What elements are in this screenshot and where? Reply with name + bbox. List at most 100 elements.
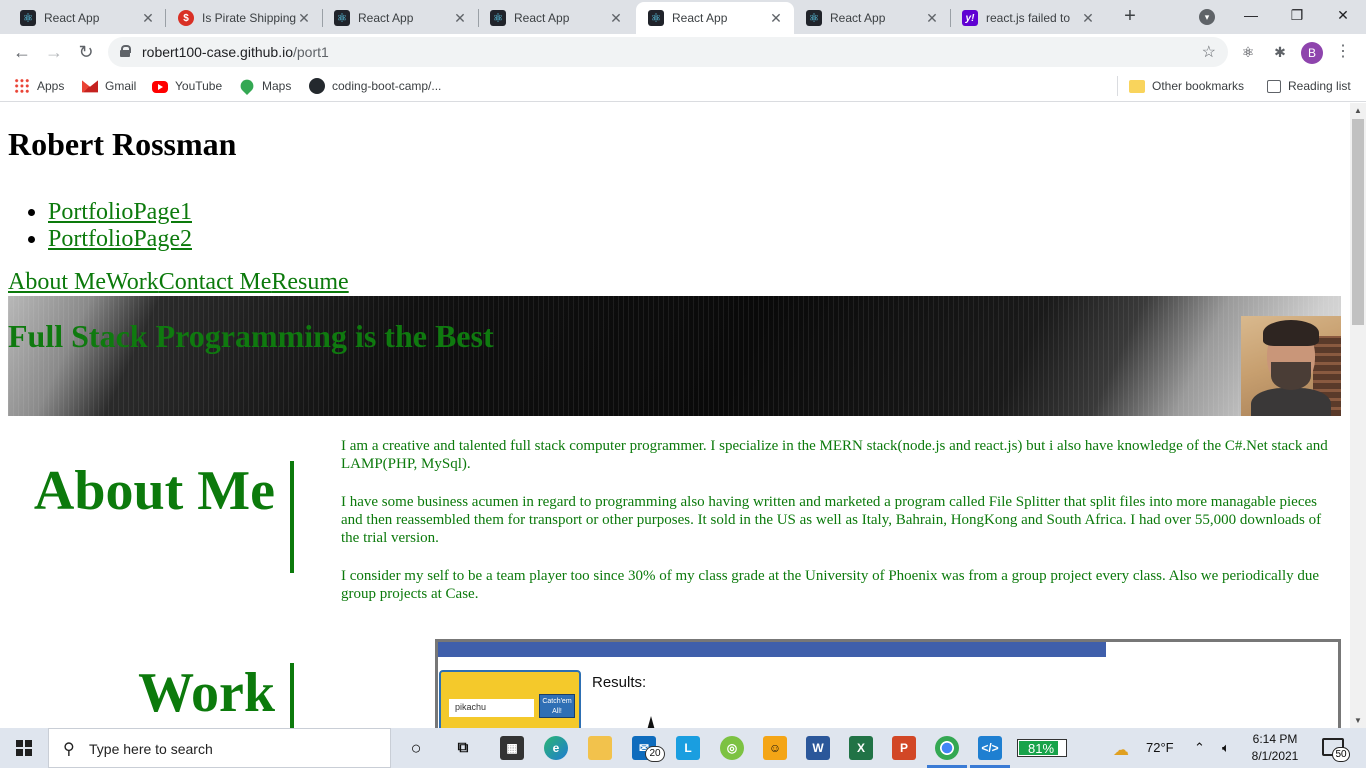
hero-banner: Full Stack Programming is the Best	[8, 296, 1341, 416]
react-icon: ⚛	[490, 10, 506, 26]
chevron-up-icon[interactable]: ⌃	[1194, 740, 1205, 756]
reading-list[interactable]: Reading list	[1267, 77, 1351, 95]
nav-work[interactable]: Work	[106, 269, 159, 295]
window-close-button[interactable]: ✕	[1320, 4, 1366, 28]
bookmark-star-icon[interactable]: ☆	[1202, 42, 1216, 62]
chrome-icon[interactable]	[935, 736, 959, 760]
about-paragraph: I am a creative and talented full stack …	[341, 438, 1328, 472]
bookmark-gmail[interactable]: Gmail	[82, 77, 136, 95]
file-explorer-icon[interactable]	[588, 736, 612, 760]
bookmark-maps[interactable]: Maps	[237, 76, 292, 96]
close-icon[interactable]: ✕	[768, 10, 784, 27]
tab-react-failed[interactable]: y! react.js failed to ✕	[950, 2, 1106, 34]
profile-avatar[interactable]: B	[1301, 42, 1323, 64]
extensions-puzzle-icon[interactable]: ✱	[1270, 42, 1290, 62]
close-icon[interactable]: ✕	[1080, 10, 1096, 27]
close-icon[interactable]: ✕	[608, 10, 624, 27]
work-heading: Work	[138, 662, 275, 724]
start-button[interactable]	[0, 728, 48, 768]
scroll-up-arrow-icon[interactable]: ▲	[1354, 106, 1362, 115]
l-app-icon[interactable]: L	[676, 736, 700, 760]
tab-title: React App	[672, 11, 728, 25]
tab-react-app-3[interactable]: ⚛ React App ✕	[478, 2, 634, 34]
game-icon[interactable]: ☺	[763, 736, 787, 760]
word-icon[interactable]: W	[806, 736, 830, 760]
close-icon[interactable]: ✕	[296, 10, 312, 27]
excel-icon[interactable]: X	[849, 736, 873, 760]
close-icon[interactable]: ✕	[140, 10, 156, 27]
battery-indicator[interactable]: 81%	[1017, 739, 1067, 757]
edge-icon[interactable]: e	[544, 736, 568, 760]
forward-button[interactable]: →	[42, 40, 66, 64]
github-icon	[309, 78, 325, 94]
tab-react-app-active[interactable]: ⚛ React App ✕	[636, 2, 794, 34]
back-button[interactable]: ←	[10, 40, 34, 64]
menu-kebab-icon[interactable]: ⋮	[1333, 42, 1353, 62]
system-clock[interactable]: 6:14 PM 8/1/2021	[1242, 731, 1308, 765]
volume-icon[interactable]: 🔈︎	[1222, 740, 1230, 756]
store-icon[interactable]: ▦	[500, 736, 524, 760]
notification-count: 50	[1332, 747, 1350, 762]
portfolio-page1-link[interactable]: PortfolioPage1	[48, 199, 192, 225]
react-icon: ⚛	[806, 10, 822, 26]
reload-button[interactable]: ↻	[74, 40, 98, 64]
work-divider	[290, 663, 294, 728]
powerpoint-icon[interactable]: P	[892, 736, 916, 760]
minimize-button[interactable]: —	[1228, 4, 1274, 28]
page-viewport: Robert Rossman PortfolioPage1 PortfolioP…	[0, 103, 1350, 728]
page-scrollbar[interactable]: ▲ ▼	[1350, 103, 1366, 728]
new-tab-button[interactable]: +	[1120, 6, 1140, 28]
vscode-icon[interactable]: </>	[978, 736, 1002, 760]
bookmark-label: Maps	[262, 79, 292, 93]
close-icon[interactable]: ✕	[924, 10, 940, 27]
tab-title: React App	[44, 11, 100, 25]
bookmarks-divider	[1117, 76, 1118, 96]
close-icon[interactable]: ✕	[452, 10, 468, 27]
pokemon-search-input[interactable]: pikachu	[449, 699, 534, 717]
green-app-icon[interactable]: ◎	[720, 736, 744, 760]
tab-react-app-2[interactable]: ⚛ React App ✕	[322, 2, 478, 34]
address-url[interactable]: robert100-case.github.io/port1	[142, 44, 329, 60]
taskbar-search-box[interactable]: ⚲ Type here to search	[48, 728, 391, 768]
weather-icon[interactable]: ☁	[1113, 740, 1129, 760]
photo-hair	[1263, 320, 1319, 346]
list-item: PortfolioPage1	[48, 199, 192, 226]
catch-em-all-button[interactable]: Catch'em All!	[539, 694, 575, 718]
photo-shirt	[1251, 388, 1331, 416]
react-icon: ⚛	[20, 10, 36, 26]
restore-button[interactable]: ❐	[1274, 4, 1320, 28]
scrollbar-thumb[interactable]	[1352, 119, 1364, 325]
tab-react-app-5[interactable]: ⚛ React App ✕	[794, 2, 950, 34]
windows-logo-icon	[16, 740, 32, 756]
react-devtools-icon[interactable]: ⚛	[1238, 42, 1258, 62]
cortana-icon[interactable]: ○	[404, 736, 428, 760]
nav-contact-me[interactable]: Contact Me	[159, 269, 272, 295]
bookmark-coding-boot-camp[interactable]: coding-boot-camp/...	[309, 77, 441, 95]
search-icon: ⚲	[63, 741, 75, 758]
tab-search-icon[interactable]: ▾	[1199, 9, 1215, 25]
lock-icon[interactable]	[120, 45, 131, 57]
tab-react-app-1[interactable]: ⚛ React App ✕	[8, 2, 166, 34]
tab-title: React App	[830, 11, 886, 25]
nav-resume[interactable]: Resume	[271, 269, 348, 295]
apps-grid-icon	[14, 78, 30, 94]
bookmark-apps[interactable]: Apps	[14, 77, 64, 95]
about-paragraph: I consider my self to be a team player t…	[341, 568, 1320, 602]
nav-about-me[interactable]: About Me	[8, 269, 106, 295]
tab-pirate-shipping[interactable]: $ Is Pirate Shipping ✕	[166, 2, 322, 34]
other-bookmarks[interactable]: Other bookmarks	[1129, 77, 1244, 95]
task-view-icon[interactable]: ⧉	[451, 736, 475, 760]
bookmark-youtube[interactable]: YouTube	[152, 77, 222, 95]
bookmarks-bar: Apps Gmail YouTube Maps coding-boot-camp…	[0, 70, 1366, 102]
results-label: Results:	[592, 674, 647, 691]
address-bar[interactable]: robert100-case.github.io/port1 ☆	[108, 37, 1228, 67]
portfolio-page2-link[interactable]: PortfolioPage2	[48, 226, 192, 252]
gmail-icon	[82, 80, 98, 93]
battery-percent: 81%	[1027, 741, 1055, 756]
about-me-text: I am a creative and talented full stack …	[341, 437, 1341, 623]
weather-temp[interactable]: 72°F	[1146, 740, 1174, 755]
notification-center-icon[interactable]: 50	[1322, 738, 1350, 762]
work-project-preview[interactable]: pikachu Catch'em All! Results:	[435, 639, 1341, 728]
tab-title: React App	[358, 11, 414, 25]
scroll-down-arrow-icon[interactable]: ▼	[1354, 716, 1362, 725]
